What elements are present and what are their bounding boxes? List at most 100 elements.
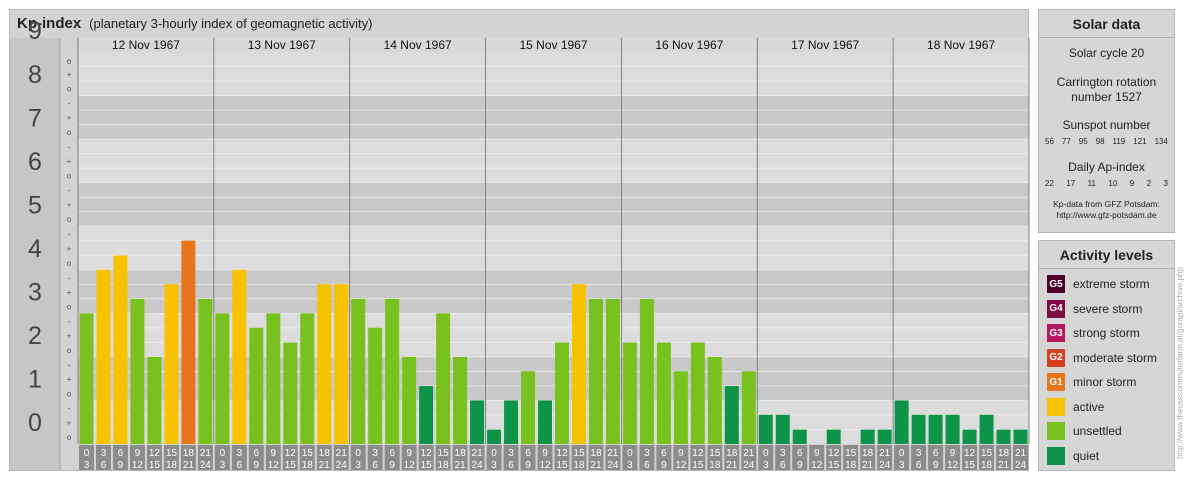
y-minor-tick: o (67, 433, 72, 442)
y-minor-tick: o (67, 57, 72, 66)
kp-bar (453, 356, 468, 444)
kp-bar (232, 269, 247, 444)
kp-bar (571, 284, 586, 444)
hour-label: 18 (302, 460, 314, 471)
kp-bar (487, 429, 502, 444)
kp-bar (198, 298, 213, 444)
hour-label: 6 (780, 460, 786, 471)
hour-label: 12 (964, 448, 976, 459)
source-line1: Kp-data from GFZ Potsdam: (1053, 199, 1160, 209)
hour-label: 15 (302, 448, 314, 459)
hour-label: 9 (135, 448, 141, 459)
hour-label: 3 (627, 460, 633, 471)
kp-bar (962, 429, 977, 444)
archive-url[interactable]: http://www.theusecommuterfarm.at/gorapi/… (1176, 255, 1184, 470)
hour-label: 15 (709, 448, 721, 459)
sunspot-values: 56 77 95 98 119 121 134 (1039, 137, 1174, 146)
y-minor-tick: - (68, 230, 71, 239)
solar-data-panel: Solar data Solar cycle 20 Carrington rot… (1038, 9, 1175, 233)
hour-label: 18 (438, 460, 450, 471)
y-minor-tick: + (67, 157, 72, 166)
hour-label: 15 (285, 460, 297, 471)
kp-bar (945, 414, 960, 444)
hour-label: 12 (132, 460, 144, 471)
hour-label: 6 (916, 460, 922, 471)
ap-value: 22 (1045, 179, 1054, 188)
hour-label: 6 (933, 448, 939, 459)
hour-label: 9 (814, 448, 820, 459)
hour-label: 15 (828, 460, 840, 471)
kp-bar (470, 400, 485, 444)
hour-label: 18 (319, 448, 331, 459)
kp-bar (792, 429, 807, 444)
y-tick-label: 3 (28, 279, 42, 307)
ap-value: 3 (1163, 179, 1168, 188)
kp-bar (877, 429, 892, 444)
kp-bar (351, 298, 366, 444)
hour-label: 21 (590, 460, 602, 471)
hour-label: 12 (421, 448, 433, 459)
hour-label: 9 (933, 460, 939, 471)
ap-value: 2 (1146, 179, 1152, 188)
hour-label: 18 (726, 448, 738, 459)
hour-label: 0 (355, 448, 361, 459)
hour-label: 15 (149, 460, 161, 471)
hour-label: 6 (254, 448, 260, 459)
kp-bar (1013, 429, 1028, 444)
y-minor-tick: - (68, 143, 71, 152)
y-minor-tick: - (68, 99, 71, 108)
activity-legend: G5 extreme storm G4 severe storm G3 strong st… (1039, 269, 1174, 468)
hour-label: 3 (220, 460, 226, 471)
kp-bar (436, 313, 451, 444)
kp-bar (996, 429, 1011, 444)
sunspot-value: 77 (1061, 137, 1071, 146)
day-label: 17 Nov 1967 (791, 38, 859, 52)
hour-label: 15 (556, 460, 568, 471)
legend-item: G2 moderate storm (1039, 346, 1174, 371)
y-minor-tick: - (68, 317, 71, 326)
hour-label: 0 (763, 448, 769, 459)
hour-label: 21 (862, 460, 874, 471)
kp-bar (538, 400, 552, 444)
hour-label: 21 (607, 448, 619, 459)
hour-label: 24 (879, 460, 891, 471)
hour-label: 12 (149, 448, 161, 459)
kp-bar (775, 414, 790, 444)
kp-band (78, 226, 1029, 270)
kp-bar (130, 298, 145, 444)
y-minor-tick: - (68, 186, 71, 195)
y-minor-tick: + (67, 244, 72, 253)
y-minor-tick: o (67, 85, 72, 94)
hour-label: 12 (811, 460, 823, 471)
hour-label: 12 (285, 448, 297, 459)
hour-label: 15 (573, 448, 585, 459)
day-label: 12 Nov 1967 (112, 38, 180, 52)
hour-label: 21 (336, 448, 348, 459)
hour-label: 15 (438, 448, 450, 459)
activity-levels-panel: Activity levels G5 extreme storm G4 severe … (1038, 240, 1175, 471)
hour-label: 3 (508, 448, 514, 459)
kp-bar (113, 255, 128, 444)
legend-label: severe storm (1073, 301, 1143, 316)
legend-label: active (1073, 399, 1105, 414)
hour-label: 9 (254, 460, 260, 471)
hour-label: 6 (389, 448, 395, 459)
source-link[interactable]: http://www.gfz-potsdam.de (1039, 210, 1174, 221)
kp-bar (419, 386, 434, 444)
hour-label: 12 (268, 460, 280, 471)
hour-label: 6 (508, 460, 514, 471)
kp-bar (521, 371, 536, 444)
y-tick-label: 0 (28, 409, 42, 437)
hour-label: 0 (899, 448, 905, 459)
y-minor-tick: - (68, 273, 71, 282)
legend-label: minor storm (1073, 375, 1137, 390)
hour-label: 24 (607, 460, 619, 471)
kp-bar (504, 400, 519, 444)
y-minor-tick: o (67, 302, 72, 311)
kp-band (78, 139, 1029, 183)
hour-label: 9 (678, 448, 684, 459)
kp-bar-chart: 0123456789o+-o+-o+-o+-o+-o+-o+-o+-o+-o12… (10, 17, 1030, 471)
kp-bar (249, 327, 264, 444)
hour-label: 3 (101, 448, 107, 459)
kp-bar (724, 386, 739, 444)
